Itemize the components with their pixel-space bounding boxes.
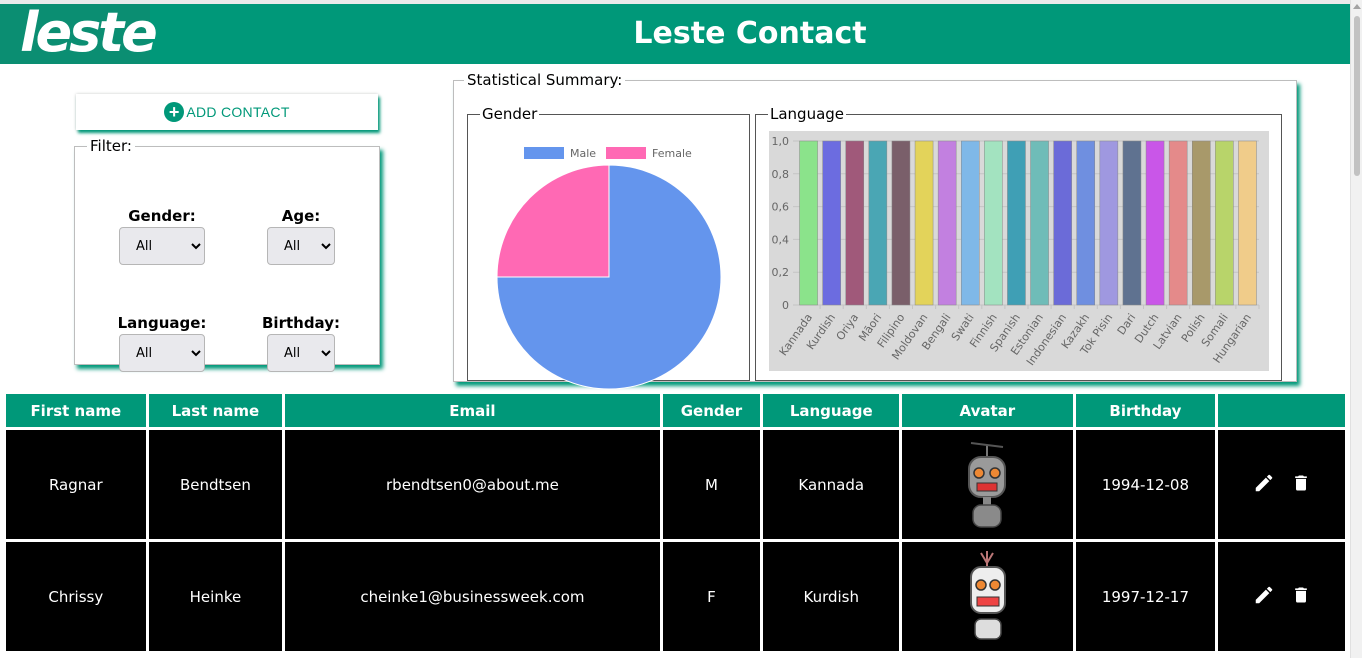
page-title: Leste Contact xyxy=(633,16,867,51)
bar-somali xyxy=(1215,140,1234,306)
bar-moldovan xyxy=(914,140,934,306)
header-last-name: Last name xyxy=(148,394,283,427)
bar-bengali xyxy=(937,140,957,306)
x-tick-label: Kannada xyxy=(777,311,815,358)
language-chart-legend: Language xyxy=(770,105,845,123)
cell-birthday: 1994-12-08 xyxy=(1075,430,1216,539)
table-row: Chrissy Heinke cheinke1@businessweek.com… xyxy=(6,542,1345,651)
bar-finnish xyxy=(984,140,1003,306)
summary-legend: Statistical Summary: xyxy=(467,71,623,89)
bar-oriya xyxy=(845,140,865,306)
bar-dari xyxy=(1122,140,1142,306)
pencil-icon[interactable] xyxy=(1253,472,1275,494)
cell-first-name: Chrissy xyxy=(6,542,146,651)
y-tick-label: 0 xyxy=(782,299,789,312)
add-contact-button[interactable]: + ADD CONTACT xyxy=(76,94,378,130)
robot-avatar-icon xyxy=(968,441,1007,528)
birthday-select[interactable]: All xyxy=(267,334,335,372)
gender-pie-chart: Male Female xyxy=(496,147,722,390)
cell-avatar xyxy=(902,430,1073,539)
y-tick-label: 0,6 xyxy=(772,201,790,214)
add-contact-label: ADD CONTACT xyxy=(186,104,290,120)
language-filter-label: Language: xyxy=(117,314,207,332)
age-filter-label: Age: xyxy=(281,207,321,225)
cell-actions xyxy=(1218,542,1345,651)
scroll-up-arrow-icon[interactable] xyxy=(1353,4,1361,9)
bar-kazakh xyxy=(1076,140,1096,306)
bar-tok-pisin xyxy=(1099,140,1119,306)
bar-hungarian xyxy=(1238,140,1257,306)
bar-dutch xyxy=(1145,140,1165,306)
legend-label-female: Female xyxy=(652,147,692,160)
y-tick-label: 0,4 xyxy=(772,233,790,246)
bar-indonesian xyxy=(1053,140,1072,306)
cell-actions xyxy=(1218,430,1345,539)
legend-label-male: Male xyxy=(570,147,596,160)
bar-kannada xyxy=(799,140,818,306)
page-scrollbar[interactable] xyxy=(1350,0,1362,658)
header-first-name: First name xyxy=(6,394,146,427)
header-actions xyxy=(1218,394,1345,427)
header-birthday: Birthday xyxy=(1075,394,1216,427)
age-filter: Age: All xyxy=(267,207,335,265)
contacts-table: First name Last name Email Gender Langua… xyxy=(3,391,1348,654)
cell-email: rbendtsen0@about.me xyxy=(285,430,660,539)
gender-select[interactable]: All xyxy=(119,227,205,265)
bar-spanish xyxy=(1007,140,1026,306)
bar-estonian xyxy=(1030,140,1049,306)
cell-gender: F xyxy=(662,542,761,651)
cell-birthday: 1997-12-17 xyxy=(1075,542,1216,651)
cell-email: cheinke1@businessweek.com xyxy=(285,542,660,651)
trash-icon[interactable] xyxy=(1291,472,1311,494)
cell-language: Kannada xyxy=(763,430,900,539)
cell-avatar xyxy=(902,542,1073,651)
bar-kurdish xyxy=(822,140,841,306)
legend-swatch-female xyxy=(606,147,646,159)
table-header-row: First name Last name Email Gender Langua… xyxy=(6,394,1345,427)
cell-gender: M xyxy=(662,430,761,539)
bar-filipino xyxy=(891,140,911,306)
gender-filter: Gender: All xyxy=(119,207,205,265)
plus-circle-icon: + xyxy=(164,102,185,122)
bar-swati xyxy=(960,140,980,306)
logo-text: leste xyxy=(20,1,158,64)
filter-panel: Filter: Gender: All Age: All Language: A… xyxy=(74,137,380,372)
gender-chart-box: Gender Male Female xyxy=(467,105,750,390)
robot-avatar-icon xyxy=(970,550,1007,640)
filter-legend: Filter: xyxy=(90,137,132,155)
app-header: leste Leste Contact xyxy=(0,4,1350,64)
bar-māori xyxy=(868,140,888,306)
header-email: Email xyxy=(285,394,660,427)
scrollbar-thumb[interactable] xyxy=(1354,16,1360,176)
gender-chart-legend: Gender xyxy=(482,105,538,123)
cell-first-name: Ragnar xyxy=(6,430,146,539)
pencil-icon[interactable] xyxy=(1253,584,1275,606)
logo: leste xyxy=(0,4,158,64)
gender-filter-label: Gender: xyxy=(128,207,196,225)
language-filter: Language: All xyxy=(118,314,206,372)
birthday-filter: Birthday: All xyxy=(262,314,340,372)
cell-language: Kurdish xyxy=(763,542,900,651)
bar-polish xyxy=(1191,140,1211,306)
pie-slice-female xyxy=(496,164,610,278)
y-tick-label: 0,8 xyxy=(772,168,790,181)
birthday-filter-label: Birthday: xyxy=(262,314,340,332)
bar-latvian xyxy=(1168,140,1188,306)
header-language: Language xyxy=(763,394,900,427)
cell-last-name: Bendtsen xyxy=(148,430,283,539)
age-select[interactable]: All xyxy=(267,227,335,265)
y-tick-label: 0,2 xyxy=(772,266,790,279)
table-row: Ragnar Bendtsen rbendtsen0@about.me M Ka… xyxy=(6,430,1345,539)
header-gender: Gender xyxy=(662,394,761,427)
header-avatar: Avatar xyxy=(902,394,1073,427)
statistical-summary: Statistical Summary: Gender Male Female L… xyxy=(453,71,1297,390)
language-select[interactable]: All xyxy=(119,334,205,372)
language-bar-chart: 00,20,40,60,81,0KannadaKurdishOriyaMāori… xyxy=(769,131,1269,371)
cell-last-name: Heinke xyxy=(148,542,283,651)
legend-swatch-male xyxy=(524,147,564,159)
y-tick-label: 1,0 xyxy=(772,135,790,148)
trash-icon[interactable] xyxy=(1291,584,1311,606)
language-chart-box: Language 0 0,2 0,4 0,6 0,8 1,0 Kannada Kurdish O… xyxy=(755,105,1282,381)
